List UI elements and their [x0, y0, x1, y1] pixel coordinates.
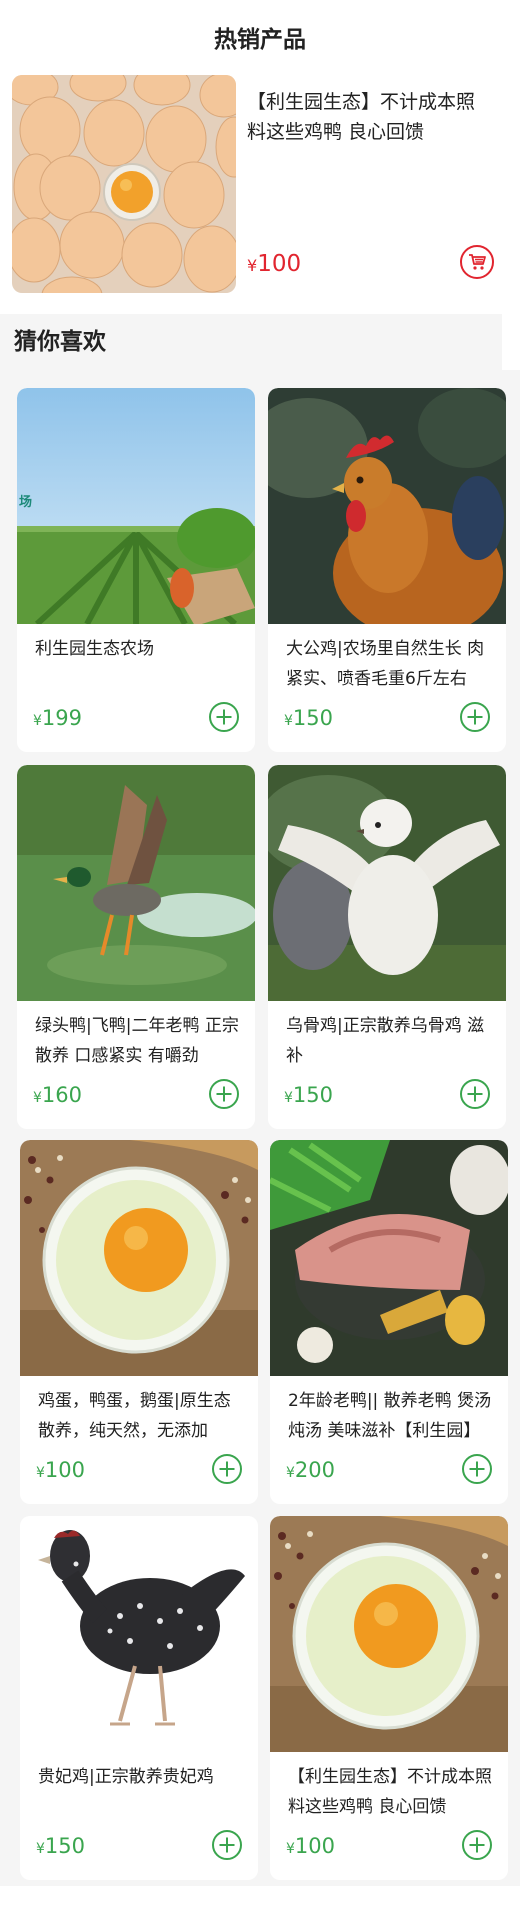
svg-text:场: 场 [19, 495, 32, 510]
product-price: ¥160 [33, 1083, 83, 1107]
product-name[interactable]: 【利生园生态】不计成本照料这些鸡鸭 良心回馈 [288, 1762, 496, 1822]
product-name[interactable]: 贵妃鸡|正宗散养贵妃鸡 [38, 1762, 246, 1792]
guess-you-like-title: 猜你喜欢 [14, 329, 106, 355]
product-card[interactable]: 贵妃鸡|正宗散养贵妃鸡 ¥150 [20, 1516, 258, 1880]
hot-product-price: ¥100 [247, 251, 302, 277]
add-circle-icon[interactable] [460, 1079, 490, 1109]
product-price: ¥150 [36, 1834, 86, 1858]
product-name[interactable]: 利生园生态农场 [35, 634, 243, 664]
rooster-image[interactable] [268, 388, 506, 624]
product-name[interactable]: 绿头鸭|飞鸭|二年老鸭 正宗散养 口感紧实 有嚼劲 [35, 1011, 243, 1071]
hot-product-name[interactable]: 【利生园生态】不计成本照料这些鸡鸭 良心回馈 [247, 87, 487, 147]
silkie-chicken-image[interactable] [268, 765, 506, 1001]
duck-meat-image[interactable] [270, 1140, 508, 1376]
product-card[interactable]: 2年龄老鸭|| 散养老鸭 煲汤炖汤 美味滋补【利生园】 ¥200 [270, 1140, 508, 1504]
product-name[interactable]: 2年龄老鸭|| 散养老鸭 煲汤炖汤 美味滋补【利生园】 [288, 1386, 496, 1446]
product-card[interactable]: 大公鸡|农场里自然生长 肉紧实、喷香毛重6斤左右 ¥150 [268, 388, 506, 752]
add-circle-icon[interactable] [460, 702, 490, 732]
product-name[interactable]: 鸡蛋，鸭蛋，鹅蛋|原生态散养，纯天然，无添加 [38, 1386, 246, 1446]
product-name[interactable]: 乌骨鸡|正宗散养乌骨鸡 滋补 [286, 1011, 494, 1071]
add-circle-icon[interactable] [462, 1830, 492, 1860]
hot-product-card[interactable]: 【利生园生态】不计成本照料这些鸡鸭 良心回馈 ¥100 [12, 75, 499, 295]
add-to-cart-button[interactable] [460, 245, 494, 279]
egg-yolk-bowl-image[interactable] [20, 1140, 258, 1376]
product-price: ¥200 [286, 1458, 336, 1482]
add-circle-icon[interactable] [209, 702, 239, 732]
add-circle-icon[interactable] [212, 1830, 242, 1860]
eggs-image[interactable] [12, 75, 236, 293]
product-price: ¥100 [36, 1458, 86, 1482]
product-card[interactable]: 【利生园生态】不计成本照料这些鸡鸭 良心回馈 ¥100 [270, 1516, 508, 1880]
speckled-hen-image[interactable] [20, 1516, 258, 1752]
product-price: ¥150 [284, 1083, 334, 1107]
add-circle-icon[interactable] [462, 1454, 492, 1484]
product-card[interactable]: 绿头鸭|飞鸭|二年老鸭 正宗散养 口感紧实 有嚼劲 ¥160 [17, 765, 255, 1129]
flying-duck-image[interactable] [17, 765, 255, 1001]
add-circle-icon[interactable] [209, 1079, 239, 1109]
product-card[interactable]: 乌骨鸡|正宗散养乌骨鸡 滋补 ¥150 [268, 765, 506, 1129]
guess-you-like-header: 猜你喜欢 [0, 314, 502, 370]
farm-field-image[interactable]: 场 [17, 388, 255, 624]
cart-icon [469, 254, 486, 270]
product-price: ¥100 [286, 1834, 336, 1858]
product-card[interactable]: 鸡蛋，鸭蛋，鹅蛋|原生态散养，纯天然，无添加 ¥100 [20, 1140, 258, 1504]
egg-yolk-bowl-image[interactable] [270, 1516, 508, 1752]
product-name[interactable]: 大公鸡|农场里自然生长 肉紧实、喷香毛重6斤左右 [286, 634, 494, 694]
product-price: ¥150 [284, 706, 334, 730]
add-circle-icon[interactable] [212, 1454, 242, 1484]
product-price: ¥199 [33, 706, 83, 730]
product-grid: 场 利生园生态农场 ¥199 大公鸡|农场里自然生长 肉紧实、喷香毛重6斤左右 … [0, 370, 520, 1886]
product-card[interactable]: 场 利生园生态农场 ¥199 [17, 388, 255, 752]
hot-products-title: 热销产品 [214, 27, 306, 53]
